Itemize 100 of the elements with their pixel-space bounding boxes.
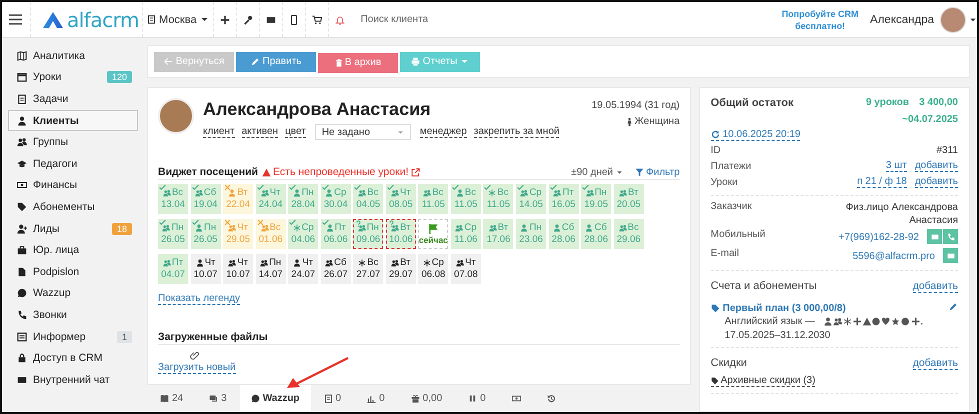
attendance-tile[interactable]: Ср 11.06	[450, 219, 481, 249]
attendance-tile[interactable]: Пт 06.06	[320, 219, 351, 249]
attendance-tile[interactable]: Пн 14.07	[256, 254, 286, 284]
lessons-balance: 9 уроков	[866, 97, 910, 108]
attendance-tile[interactable]: Вт 17.06	[483, 219, 514, 249]
tab[interactable]: 0,00	[398, 385, 456, 412]
sidebar-item-label: Доступ в CRM	[33, 352, 104, 364]
attendance-tile[interactable]: Чт 10.07	[223, 254, 254, 284]
attendance-tile[interactable]: Пн 09.06	[353, 219, 384, 249]
add-link[interactable]: добавить	[912, 356, 958, 370]
email-link[interactable]: 5596@alfacrm.pro	[852, 248, 935, 265]
attendance-tile[interactable]: Чт 24.04	[256, 184, 286, 214]
promo-link[interactable]: Попробуйте CRM бесплатно!	[778, 8, 862, 32]
attendance-tile[interactable]: Пт 16.05	[548, 184, 579, 214]
sidebar-item[interactable]: Юр. лица	[8, 239, 138, 261]
sidebar-item[interactable]: Абонементы	[8, 196, 138, 218]
attendance-tile[interactable]: Вс 04.05	[353, 184, 384, 214]
field-value-link[interactable]: 3 шт	[886, 160, 907, 172]
attendance-tile[interactable]: Пн 23.06	[516, 219, 546, 249]
attendance-tile[interactable]: Чт 10.07	[190, 254, 221, 284]
date-label: 14.07	[258, 269, 283, 281]
attendance-tile[interactable]: Вт 10.06	[386, 219, 416, 249]
tab[interactable]: 3	[196, 385, 240, 412]
sidebar-item[interactable]: Лиды 18	[8, 218, 138, 240]
tab[interactable]: 24	[147, 385, 196, 412]
attendance-tile[interactable]: Пт 04.07	[158, 254, 188, 284]
sidebar-item[interactable]: Wazzup	[8, 282, 138, 304]
attendance-tile[interactable]: Вт 29.07	[386, 254, 416, 284]
caret-icon	[968, 16, 977, 24]
tab[interactable]: 0	[310, 385, 354, 412]
sidebar-item[interactable]: Клиенты	[8, 110, 138, 132]
phone-link[interactable]: +7(969)162-28-92	[838, 229, 919, 246]
tab[interactable]: 0	[354, 385, 398, 412]
add-link[interactable]: добавить	[914, 160, 958, 172]
attendance-tile[interactable]: Сб 26.07	[320, 254, 351, 284]
status-link[interactable]: цвет	[285, 126, 306, 138]
sidebar-item[interactable]: Уроки 120	[8, 66, 138, 88]
attendance-tile[interactable]: Вт 20.05	[614, 184, 644, 214]
sidebar-item[interactable]: Информер 1	[8, 326, 138, 348]
user-avatar[interactable]	[940, 6, 966, 32]
attendance-tile[interactable]: Вс 29.06	[614, 219, 644, 249]
plan-link[interactable]: Первый план (3 000,00/8)	[710, 302, 846, 314]
archive-link[interactable]: Архивные скидки (3)	[710, 375, 816, 387]
attendance-tile[interactable]: Пн 26.05	[158, 219, 188, 249]
field-value: #311	[936, 144, 958, 156]
tab[interactable]: Wazzup	[240, 385, 311, 412]
sync-link[interactable]: 10.06.2025 20:19	[710, 129, 800, 141]
add-link[interactable]: добавить	[914, 176, 958, 188]
color-select[interactable]: Не задано	[314, 124, 411, 140]
attendance-tile[interactable]: Чт 24.07	[288, 254, 318, 284]
attendance-tile[interactable]: Вс 11.05	[450, 184, 481, 214]
action-link[interactable]: менеджер	[420, 126, 467, 138]
attendance-tile[interactable]: Пн 28.04	[288, 184, 318, 214]
attendance-tile[interactable]: Вс 11.05	[483, 184, 514, 214]
upload-link[interactable]: Загрузить новый	[158, 362, 236, 374]
attendance-tile[interactable]: Вс 13.04	[158, 184, 188, 214]
attendance-tile[interactable]: Чт 08.05	[386, 184, 416, 214]
archive-button[interactable]: В архив	[318, 52, 398, 72]
range-dropdown[interactable]: ±90 дней	[571, 166, 624, 178]
branch-dropdown[interactable]: Москва	[142, 2, 213, 37]
status-link[interactable]: активен	[242, 126, 278, 138]
legend-link[interactable]: Показать легенду	[158, 293, 240, 305]
cross-icon	[224, 219, 232, 226]
attendance-tile[interactable]: Ср 14.05	[516, 184, 546, 214]
sidebar-item[interactable]: Podpislon	[8, 260, 138, 283]
sidebar-item[interactable]: Группы	[8, 131, 138, 153]
sidebar-item[interactable]: Доступ в CRM	[8, 347, 138, 369]
date-label: 26.05	[161, 234, 185, 246]
user-name[interactable]: Александра	[870, 14, 934, 26]
sidebar-item[interactable]: Финансы	[8, 174, 138, 196]
field-value-link[interactable]: п 21 / ф 18	[857, 176, 907, 188]
edit-button[interactable]: Править	[236, 52, 316, 72]
section-title: Общий остаток	[710, 97, 794, 111]
attendance-tile[interactable]: Пн 19.05	[581, 184, 612, 214]
attendance-tile[interactable]: Сб 28.06	[581, 219, 612, 249]
weekday-label: Вт	[628, 187, 638, 199]
attendance-tile[interactable]: Чт 07.08	[450, 254, 481, 284]
attendance-tile[interactable]: Сб 19.04	[190, 184, 221, 214]
attendance-tile[interactable]: Вс 11.05	[418, 184, 448, 214]
attendance-tile[interactable]: Ср 30.04	[320, 184, 351, 214]
cross-icon	[256, 219, 264, 226]
attendance-tile[interactable]: Ср 06.08	[418, 254, 448, 284]
warning-link[interactable]: Есть непроведенные уроки!	[262, 166, 420, 178]
sidebar-item[interactable]: Внутренний чат	[8, 368, 138, 390]
date-label: 19.04	[194, 199, 218, 211]
sidebar-item[interactable]: Звонки	[8, 304, 138, 326]
sidebar-item[interactable]: Педагоги	[8, 152, 138, 175]
check-icon	[322, 184, 329, 191]
status-link[interactable]: клиент	[203, 126, 235, 138]
attendance-tile[interactable]: сейчас	[418, 219, 448, 249]
filter-button[interactable]: Фильтр	[635, 166, 680, 178]
sidebar-item[interactable]: Задачи	[8, 88, 138, 110]
sidebar-item[interactable]: Аналитика	[8, 45, 138, 67]
attendance-tile[interactable]: Пн 26.05	[190, 219, 221, 249]
attendance-tile[interactable]: Сб 28.06	[548, 219, 579, 249]
attendance-tile[interactable]: Вс 27.07	[353, 254, 384, 284]
add-link[interactable]: добавить	[912, 280, 958, 292]
tab[interactable]: 0	[455, 385, 499, 412]
attendance-tile[interactable]: Ср 04.06	[288, 219, 318, 249]
action-link[interactable]: закрепить за мной	[474, 126, 560, 138]
